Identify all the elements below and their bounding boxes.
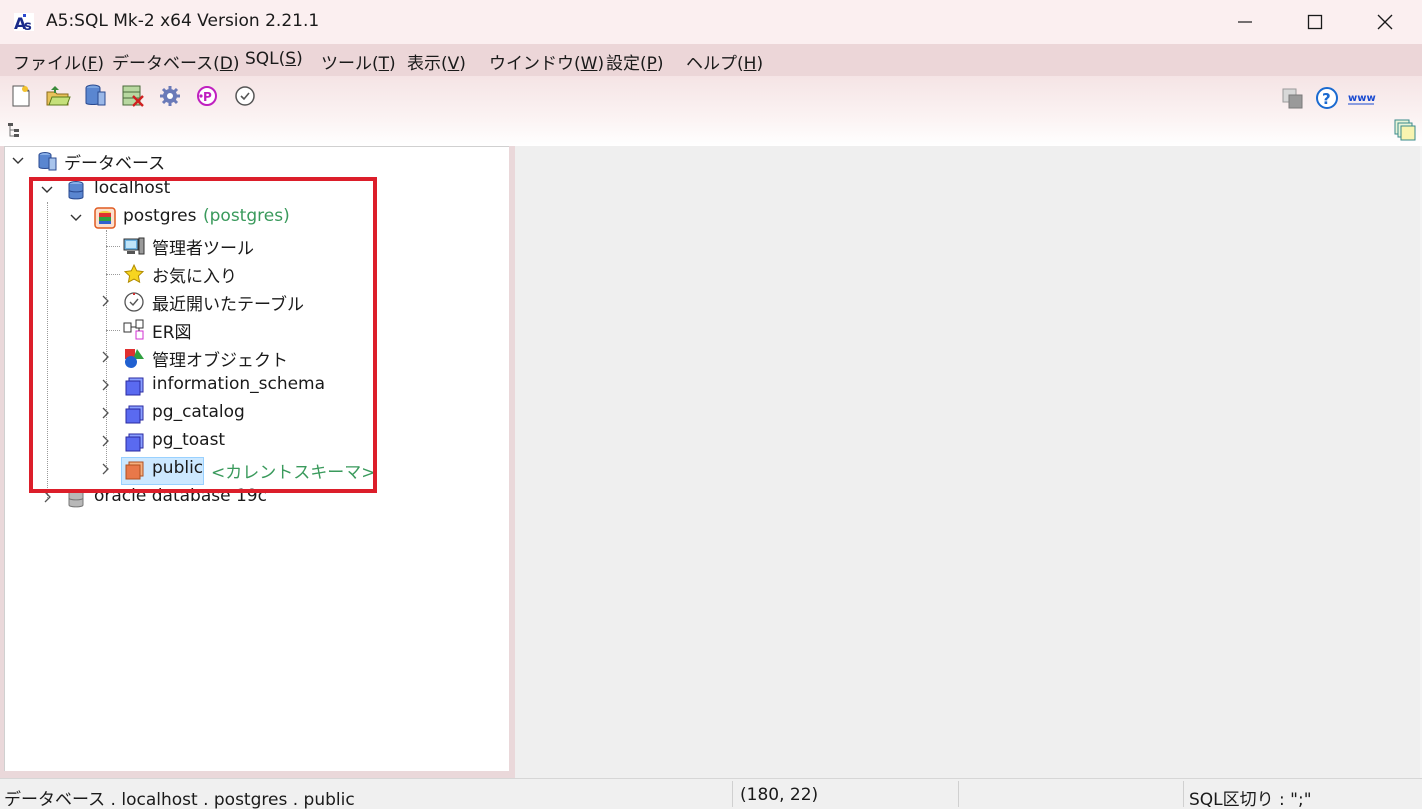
plugin-icon: P bbox=[197, 86, 217, 106]
menu-help[interactable]: ヘルプ(H) bbox=[686, 49, 763, 74]
menu-database[interactable]: データベース(D) bbox=[112, 49, 240, 74]
window-list-button[interactable] bbox=[1393, 118, 1417, 142]
svg-text:s: s bbox=[24, 19, 32, 33]
svg-text:?: ? bbox=[1322, 90, 1331, 108]
status-path: データベース . localhost . postgres . public bbox=[4, 790, 355, 810]
main-content-area bbox=[515, 146, 1420, 778]
help-icon: ? bbox=[1316, 87, 1338, 109]
database-connect-icon bbox=[85, 84, 106, 106]
new-document-button[interactable] bbox=[8, 83, 34, 109]
toolbar: P ? www bbox=[0, 76, 1422, 146]
database-connect-button[interactable] bbox=[82, 83, 108, 109]
status-bar: データベース . localhost . postgres . public (… bbox=[0, 778, 1422, 810]
menu-bar: ファイル(F) データベース(D) SQL(S) ツール(T) 表示(V) ウイ… bbox=[0, 44, 1422, 76]
help-button[interactable]: ? bbox=[1314, 85, 1340, 111]
menu-sql[interactable]: SQL(S) bbox=[245, 49, 303, 69]
database-disconnect-icon bbox=[122, 85, 144, 107]
minimize-icon bbox=[1238, 21, 1252, 23]
history-button[interactable] bbox=[232, 83, 258, 109]
window-tile-button[interactable] bbox=[1280, 85, 1306, 111]
database-group-icon bbox=[38, 152, 57, 171]
open-folder-icon bbox=[46, 86, 71, 106]
status-divider bbox=[1183, 781, 1184, 807]
status-sql-delimiter: SQL区切り : ";" bbox=[1189, 790, 1312, 810]
www-button[interactable]: www bbox=[1347, 85, 1377, 111]
menu-file[interactable]: ファイル(F) bbox=[13, 49, 104, 74]
www-icon: www bbox=[1348, 93, 1376, 105]
open-button[interactable] bbox=[45, 83, 71, 109]
menu-view[interactable]: 表示(V) bbox=[407, 49, 466, 74]
minimize-button[interactable] bbox=[1210, 0, 1280, 44]
plugin-button[interactable]: P bbox=[194, 83, 220, 109]
maximize-button[interactable] bbox=[1280, 0, 1350, 44]
status-divider bbox=[958, 781, 959, 807]
chevron-down-icon[interactable] bbox=[10, 150, 26, 170]
status-cursor-position: (180, 22) bbox=[740, 785, 819, 805]
tree-node-databases[interactable]: データベース bbox=[10, 148, 310, 174]
title-bar: A s A5:SQL Mk-2 x64 Version 2.21.1 bbox=[0, 0, 1422, 44]
app-logo-icon: A s bbox=[14, 13, 34, 33]
database-disconnect-button[interactable] bbox=[120, 83, 146, 109]
maximize-icon bbox=[1307, 14, 1323, 30]
annotation-highlight-box bbox=[29, 177, 377, 493]
menu-window[interactable]: ウインドウ(W) bbox=[489, 49, 604, 74]
tree-label: データベース bbox=[64, 154, 166, 174]
window-list-icon bbox=[1394, 119, 1416, 141]
svg-text:www: www bbox=[1348, 93, 1376, 104]
status-divider bbox=[732, 781, 733, 807]
settings-button[interactable] bbox=[157, 83, 183, 109]
new-document-icon bbox=[12, 85, 30, 107]
app-window: A s A5:SQL Mk-2 x64 Version 2.21.1 ファイル(… bbox=[0, 0, 1422, 810]
tree-pane-bottom-strip bbox=[4, 771, 509, 778]
window-title: A5:SQL Mk-2 x64 Version 2.21.1 bbox=[46, 11, 320, 31]
close-button[interactable] bbox=[1350, 0, 1420, 44]
menu-tools[interactable]: ツール(T) bbox=[321, 49, 396, 74]
svg-text:P: P bbox=[203, 90, 212, 104]
history-clock-icon bbox=[235, 86, 255, 106]
tree-view-icon bbox=[8, 123, 19, 137]
tree-toggle-button[interactable] bbox=[6, 120, 26, 140]
gear-icon bbox=[160, 86, 180, 106]
menu-settings[interactable]: 設定(P) bbox=[606, 49, 664, 74]
window-tile-icon bbox=[1282, 88, 1303, 109]
close-icon bbox=[1377, 14, 1393, 30]
